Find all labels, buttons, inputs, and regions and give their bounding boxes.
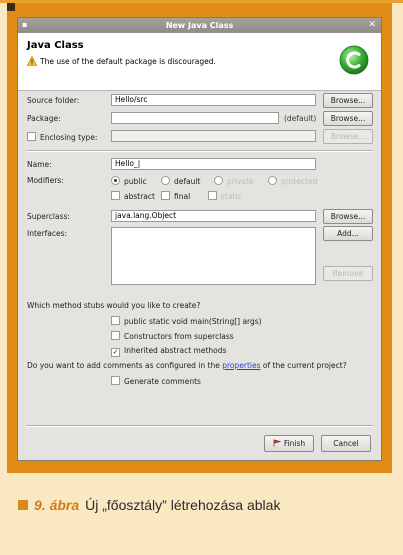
enclosing-type-checkbox[interactable]: Enclosing type:: [27, 132, 97, 142]
name-input[interactable]: Hello_|: [111, 158, 316, 170]
figure-caption: 9. ábra Új „főosztály” létrehozása ablak: [18, 497, 280, 513]
stubs-question: Which method stubs would you like to cre…: [27, 301, 201, 310]
finish-flag-icon: [273, 439, 282, 447]
checkbox-checked-icon: ✓: [111, 348, 120, 357]
wizard-banner: Java Class The use of the default packag…: [18, 33, 381, 91]
caption-text: Új „főosztály” létrehozása ablak: [85, 497, 281, 513]
radio-selected-icon: [111, 176, 120, 185]
interfaces-list[interactable]: [111, 227, 316, 285]
footer-row: Finish Cancel: [18, 435, 381, 453]
modifier-protected-label: protected: [281, 177, 318, 186]
stub-constructors-label: Constructors from superclass: [124, 332, 234, 341]
name-row: Name: Hello_|: [18, 157, 381, 173]
properties-link[interactable]: properties: [222, 361, 260, 370]
checkbox-icon: [111, 331, 120, 340]
comments-question-tail: of the current project?: [260, 361, 347, 370]
screenshot-frame: ▪ New Java Class ✕ Java Class The use of…: [7, 3, 392, 473]
superclass-row: Superclass: java.lang.Object Browse...: [18, 209, 381, 225]
superclass-label: Superclass:: [27, 212, 70, 221]
finish-label: Finish: [283, 439, 306, 448]
close-icon[interactable]: ✕: [368, 20, 376, 30]
interfaces-row: Interfaces: Add... Remove: [18, 226, 381, 286]
modifier-final-label: final: [174, 192, 191, 201]
modifier-abstract-label: abstract: [124, 192, 155, 201]
enclosing-type-row: Enclosing type: Browse...: [18, 129, 381, 145]
comments-question-text: Do you want to add comments as configure…: [27, 361, 223, 370]
interfaces-label: Interfaces:: [27, 229, 68, 238]
generate-comments-label: Generate comments: [124, 377, 201, 386]
modifier-default-label: default: [174, 177, 201, 186]
stub-constructors-checkbox[interactable]: Constructors from superclass: [111, 331, 234, 341]
stub-inherited-label: Inherited abstract methods: [124, 346, 227, 355]
modifiers-flags-row: abstract final static: [18, 188, 381, 204]
package-browse-button[interactable]: Browse...: [323, 111, 373, 126]
checkbox-icon: [111, 376, 120, 385]
enclosing-type-check-icon: [27, 132, 36, 141]
checkbox-icon: [208, 191, 217, 200]
radio-icon: [268, 176, 277, 185]
enclosing-type-label: Enclosing type:: [40, 133, 98, 142]
name-label: Name:: [27, 160, 52, 169]
wizard-message: The use of the default package is discou…: [40, 57, 216, 66]
modifiers-label: Modifiers:: [27, 176, 64, 185]
radio-icon: [161, 176, 170, 185]
superclass-browse-button[interactable]: Browse...: [323, 209, 373, 224]
modifier-default-radio[interactable]: default: [161, 176, 200, 186]
separator: [26, 150, 373, 152]
superclass-input[interactable]: java.lang.Object: [111, 210, 316, 222]
title-bar[interactable]: ▪ New Java Class ✕: [18, 18, 381, 33]
figure-number: 9. ábra: [34, 497, 80, 513]
cancel-button[interactable]: Cancel: [321, 435, 371, 452]
modifiers-access-row: Modifiers: public default private protec…: [18, 173, 381, 189]
modifier-static-checkbox[interactable]: static: [208, 191, 242, 201]
modifier-private-radio[interactable]: private: [214, 176, 254, 186]
enclosing-type-input[interactable]: [111, 130, 316, 142]
enclosing-type-browse-button[interactable]: Browse...: [323, 129, 373, 144]
modifier-abstract-checkbox[interactable]: abstract: [111, 191, 155, 201]
modifier-final-checkbox[interactable]: final: [161, 191, 190, 201]
footer-separator: [26, 425, 373, 427]
new-java-class-dialog: ▪ New Java Class ✕ Java Class The use of…: [17, 17, 382, 461]
stub-main-label: public static void main(String[] args): [124, 317, 262, 326]
source-folder-browse-button[interactable]: Browse...: [323, 93, 373, 108]
wizard-heading: Java Class: [27, 40, 84, 51]
modifier-public-label: public: [124, 177, 147, 186]
package-input[interactable]: [111, 112, 279, 124]
source-folder-row: Source folder: Hello/src Browse...: [18, 93, 381, 109]
stub-main-checkbox[interactable]: public static void main(String[] args): [111, 316, 262, 326]
corner-mark: [7, 3, 15, 11]
new-class-wizard-icon: [339, 45, 369, 75]
warning-triangle-icon: [27, 56, 37, 66]
finish-button[interactable]: Finish: [264, 435, 314, 452]
checkbox-icon: [161, 191, 170, 200]
source-folder-input[interactable]: Hello/src: [111, 94, 316, 106]
generate-comments-checkbox[interactable]: Generate comments: [111, 376, 201, 386]
modifier-public-radio[interactable]: public: [111, 176, 147, 186]
interfaces-add-button[interactable]: Add...: [323, 226, 373, 241]
caption-square-icon: [18, 500, 28, 510]
modifier-private-label: private: [227, 177, 254, 186]
radio-icon: [214, 176, 223, 185]
window-title: New Java Class: [165, 21, 234, 30]
interfaces-remove-button[interactable]: Remove: [323, 266, 373, 281]
source-folder-label: Source folder:: [27, 96, 80, 105]
checkbox-icon: [111, 191, 120, 200]
package-row: Package: (default) Browse...: [18, 111, 381, 127]
comments-question: Do you want to add comments as configure…: [27, 361, 347, 370]
package-label: Package:: [27, 114, 61, 123]
modifier-static-label: static: [221, 192, 242, 201]
stub-inherited-checkbox[interactable]: ✓ Inherited abstract methods: [111, 346, 226, 357]
modifier-protected-radio[interactable]: protected: [268, 176, 317, 186]
package-default-suffix: (default): [284, 114, 317, 123]
checkbox-icon: [111, 316, 120, 325]
